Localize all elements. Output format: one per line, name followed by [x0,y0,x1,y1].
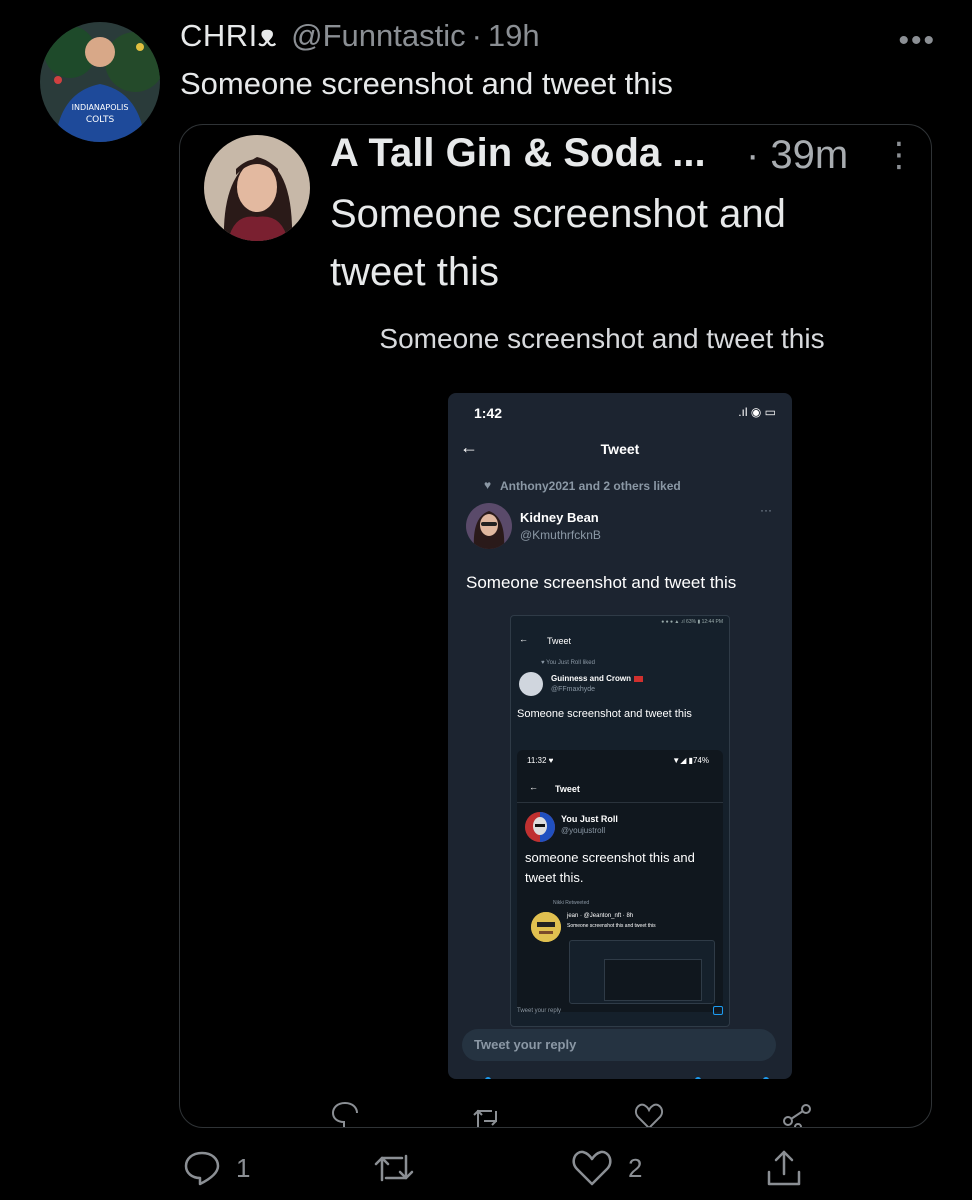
nested-back-icon: ← [519,634,528,644]
jean-avatar [531,912,561,942]
quoted-avatar[interactable] [204,135,310,241]
display-name[interactable]: CHRIᴥ [180,18,277,54]
handle[interactable]: @Funntastic [291,18,465,54]
deeper-screenshot [569,940,715,1004]
phone-display-name: Kidney Bean [520,510,599,525]
svg-text:INDIANAPOLIS: INDIANAPOLIS [72,103,129,112]
retweet-icon[interactable] [472,1101,502,1128]
quoted-timestamp[interactable]: · 39m [746,133,848,178]
action-bar: 1 2 [0,1146,972,1190]
avatar[interactable]: INDIANAPOLIS COLTS [40,22,160,142]
retweet-icon [374,1154,414,1182]
retweet-button[interactable] [372,1146,416,1190]
phone-bottom-bar [448,1071,792,1079]
share-icon[interactable] [782,1101,812,1128]
phone-avatar [466,503,512,549]
nested-display-name: Guinness and Crown [551,674,644,683]
share-icon [767,1150,801,1186]
nested-liked-line: ♥ You Just Roll liked [541,660,595,666]
like-count: 2 [628,1152,643,1183]
nested-status: ● ● ● ▲ .ıl 63% ▮ 12:44 PM [661,619,723,625]
nested-name-text: Guinness and Crown [551,674,632,683]
divider [517,802,723,803]
deepest-screenshot [604,959,702,1001]
heart-icon: ♥ [484,478,492,492]
reply-placeholder: Tweet your reply [474,1037,577,1052]
inner-back-icon: ← [529,782,538,792]
reply-icon[interactable] [330,1101,360,1128]
nested-screenshot: ● ● ● ▲ .ıl 63% ▮ 12:44 PM ← Tweet ♥ You… [510,615,730,1027]
nested-avatar [519,672,543,696]
quoted-text: Someone screenshot and tweet this [330,192,786,294]
inner-display-name: You Just Roll [561,814,618,824]
more-icon[interactable]: ••• [898,24,936,58]
tweet-text: Someone screenshot and tweet this [180,66,673,101]
phone-more-icon: ··· [760,503,772,517]
separator: · [471,18,482,53]
jean-text: Someone screenshot this and tweet this [567,923,656,929]
inner-screenshot: 11:32 ♥ ▼◢ ▮74% ← Tweet You Just Roll @y… [517,750,723,1012]
phone-handle: @KmuthrfcknB [520,528,601,542]
quoted-tweet[interactable]: A Tall Gin & Soda ... · 39m ⋮ Someone sc… [179,124,932,1128]
reply-button[interactable]: 1 [182,1146,250,1190]
inner-status-time: 11:32 ♥ [527,756,554,765]
reply-box: Tweet your reply [462,1029,776,1061]
inner-tweet-text: someone screenshot this and tweet this. [525,850,695,885]
inner-status-icons: ▼◢ ▮74% [672,756,709,765]
share-button[interactable] [764,1146,804,1190]
nested-title: Tweet [547,636,572,646]
flag-icon [634,675,644,682]
reply-count: 1 [236,1152,251,1183]
reply-icon [184,1151,220,1186]
like-icon [572,1150,612,1186]
phone-tweet-text: Someone screenshot and tweet this [466,573,737,592]
tweet[interactable]: INDIANAPOLIS COLTS CHRIᴥ @Funntastic · 1… [0,0,972,1200]
status-icons: .ıl ◉ ▭ [738,405,776,419]
quoted-display-name[interactable]: A Tall Gin & Soda ... [330,131,706,176]
screenshot-image[interactable]: 1:42 .ıl ◉ ▭ ← Tweet ♥ Anthony2021 and 2… [448,393,792,1079]
image-caption: Someone screenshot and tweet this [379,323,825,354]
inner-avatar [525,812,555,842]
quoted-more-icon[interactable]: ⋮ [882,135,916,175]
tweet-header: CHRIᴥ @Funntastic · 19h [180,18,932,62]
nested-tweet-text: Someone screenshot and tweet this [517,708,692,720]
like-icon[interactable] [634,1101,664,1128]
svg-text:COLTS: COLTS [86,115,115,125]
retweeted-line: Nikki Retweeted [553,900,590,906]
timestamp[interactable]: 19h [488,18,540,54]
nested-reply-placeholder: Tweet your reply [517,1008,562,1014]
status-time: 1:42 [474,405,503,421]
like-button[interactable]: 2 [570,1146,642,1190]
quoted-action-bar [180,1101,931,1128]
inner-title: Tweet [555,784,580,794]
liked-line: Anthony2021 and 2 others liked [500,479,681,493]
inner-handle: @youjustroll [561,826,606,835]
nested-handle: @FFmaxhyde [551,686,596,693]
camera-icon [713,1006,723,1015]
jean-name: jean · @Jeanton_nft · 8h [567,913,634,919]
screen-title: Tweet [600,441,640,457]
